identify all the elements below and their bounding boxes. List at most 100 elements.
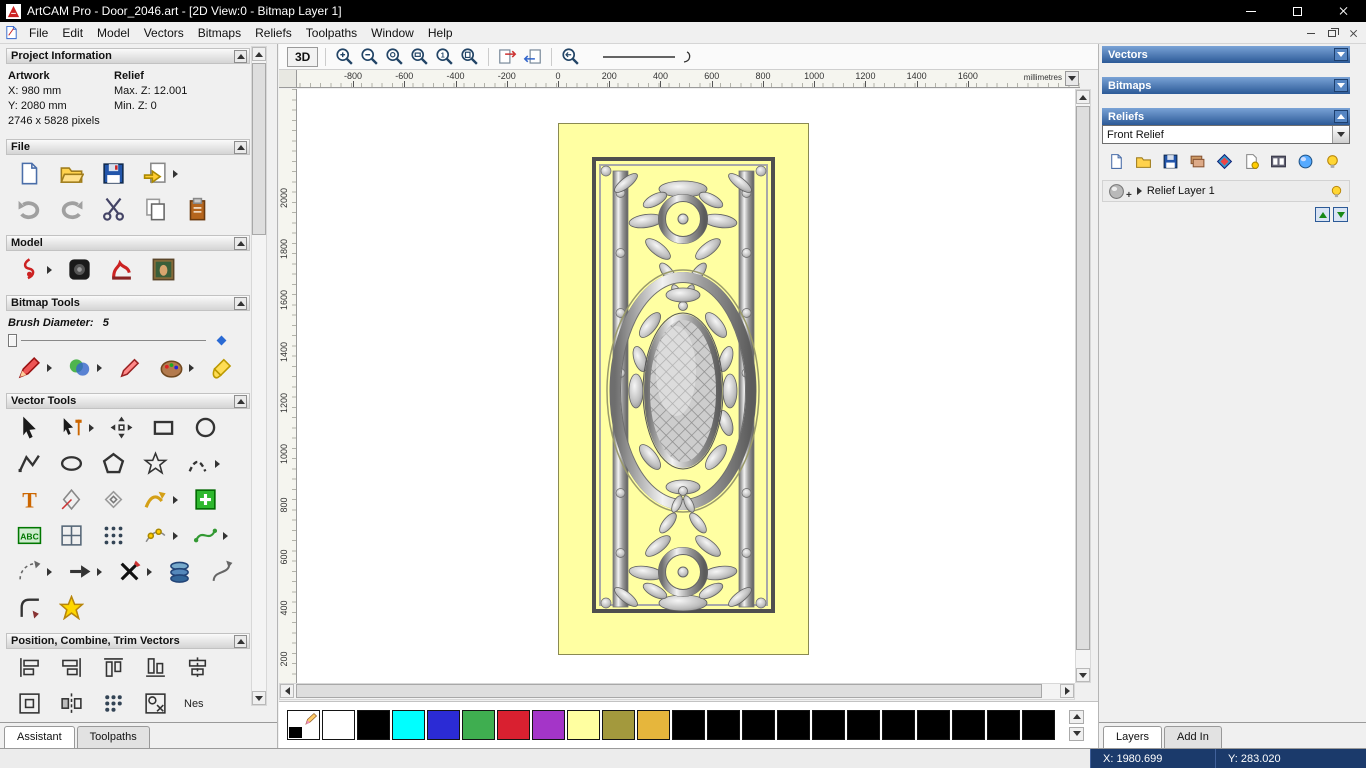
layer-expander-icon[interactable]: [1136, 187, 1142, 195]
collapse-section-button[interactable]: [234, 634, 247, 648]
paint-selective-icon[interactable]: [64, 353, 94, 383]
flyout-arrow-icon[interactable]: [47, 567, 52, 576]
flyout-arrow-icon[interactable]: [97, 363, 102, 372]
move-layer-up-button[interactable]: [1315, 207, 1330, 222]
save-model-icon[interactable]: [98, 159, 128, 189]
paint-icon[interactable]: [14, 353, 44, 383]
palette-swatch[interactable]: [847, 710, 880, 740]
reliefs-section-header[interactable]: Reliefs: [1102, 108, 1350, 125]
flyout-arrow-icon[interactable]: [97, 567, 102, 576]
flyout-arrow-icon[interactable]: [223, 531, 228, 540]
collapse-section-button[interactable]: [234, 296, 247, 310]
scroll-up-button[interactable]: [252, 47, 266, 61]
palette-swatch[interactable]: [672, 710, 705, 740]
menu-toolpaths[interactable]: Toolpaths: [299, 23, 364, 43]
scroll-down-button[interactable]: [252, 691, 266, 705]
mdi-restore-button[interactable]: [1324, 25, 1340, 41]
toggle-bitmap-icon[interactable]: [496, 45, 519, 68]
palette-swatch[interactable]: [357, 710, 390, 740]
canvas-vertical-scrollbar[interactable]: [1075, 89, 1091, 683]
palette-swatch[interactable]: [882, 710, 915, 740]
snip-vector-icon[interactable]: [140, 485, 170, 515]
open-relief-icon[interactable]: [1135, 153, 1153, 171]
maximize-button[interactable]: [1274, 0, 1320, 22]
tab-layers[interactable]: Layers: [1103, 726, 1163, 748]
combobox-dropdown-button[interactable]: [1332, 126, 1349, 143]
tab-add-in[interactable]: Add In: [1164, 726, 1222, 748]
palette-swatch[interactable]: [602, 710, 635, 740]
text-block-icon[interactable]: ABC: [14, 521, 44, 551]
zoom-1to1-icon[interactable]: 1: [433, 45, 456, 68]
slider-handle[interactable]: [8, 333, 17, 347]
extrude-icon[interactable]: [164, 557, 194, 587]
toggle-vector-icon[interactable]: [521, 45, 544, 68]
trim-vectors-icon[interactable]: [114, 557, 144, 587]
scroll-up-button[interactable]: [1076, 90, 1090, 104]
fillet-icon[interactable]: [14, 593, 44, 623]
document-icon[interactable]: [4, 25, 19, 40]
scroll-thumb[interactable]: [296, 684, 1042, 698]
zoom-object-icon[interactable]: [383, 45, 406, 68]
flyout-arrow-icon[interactable]: [47, 363, 52, 372]
palette-swatch[interactable]: [462, 710, 495, 740]
collapse-section-button[interactable]: [234, 140, 247, 154]
flyout-arrow-icon[interactable]: [173, 169, 178, 178]
import-model-icon[interactable]: [140, 159, 170, 189]
scroll-thumb[interactable]: [1076, 106, 1090, 650]
flyout-arrow-icon[interactable]: [173, 531, 178, 540]
move-layer-down-button[interactable]: [1333, 207, 1348, 222]
palette-swatch[interactable]: [497, 710, 530, 740]
assistant-scrollbar[interactable]: [251, 46, 267, 706]
collapse-section-button[interactable]: [234, 394, 247, 408]
palette-swatch[interactable]: [742, 710, 775, 740]
primary-secondary-colour-swatch[interactable]: [287, 710, 320, 740]
minimize-button[interactable]: [1228, 0, 1274, 22]
front-relief-icon[interactable]: [14, 255, 44, 285]
expand-vectors-button[interactable]: [1334, 48, 1348, 61]
palette-scroll-up-button[interactable]: [1069, 709, 1084, 724]
palette-scroll-down-button[interactable]: [1069, 726, 1084, 741]
palette-swatch[interactable]: [987, 710, 1020, 740]
palette-swatch[interactable]: [532, 710, 565, 740]
bulb-icon[interactable]: [1324, 153, 1342, 171]
align-bottom-icon[interactable]: [140, 653, 170, 683]
cut-icon[interactable]: [98, 195, 128, 225]
join-vectors-icon[interactable]: [64, 557, 94, 587]
canvas-horizontal-scrollbar[interactable]: [279, 683, 1075, 700]
bitmaps-section-header[interactable]: Bitmaps: [1102, 77, 1350, 94]
zoom-out-icon[interactable]: [358, 45, 381, 68]
menu-vectors[interactable]: Vectors: [137, 23, 191, 43]
wrap-star-icon[interactable]: [56, 593, 86, 623]
undo-icon[interactable]: [14, 195, 44, 225]
create-star-icon[interactable]: [140, 449, 170, 479]
transform-vectors-icon[interactable]: [106, 413, 136, 443]
centre-in-page-icon[interactable]: [14, 689, 44, 719]
flyout-arrow-icon[interactable]: [215, 459, 220, 468]
offset-vector-icon[interactable]: [98, 485, 128, 515]
notes-icon[interactable]: [182, 195, 212, 225]
menu-help[interactable]: Help: [421, 23, 460, 43]
scroll-right-button[interactable]: [1060, 684, 1074, 698]
new-model-icon[interactable]: [14, 159, 44, 189]
draw-icon[interactable]: [114, 353, 144, 383]
scroll-down-button[interactable]: [1076, 668, 1090, 682]
block-array-icon[interactable]: [98, 689, 128, 719]
relief-clipart-icon[interactable]: [106, 255, 136, 285]
switch-3d-view-button[interactable]: 3D: [287, 46, 319, 67]
vector-doctor-icon[interactable]: [206, 557, 236, 587]
palette-swatch[interactable]: [322, 710, 355, 740]
scroll-left-button[interactable]: [280, 684, 294, 698]
shape-editor-icon[interactable]: [1216, 153, 1234, 171]
node-editing-icon[interactable]: [56, 413, 86, 443]
menu-bitmaps[interactable]: Bitmaps: [191, 23, 248, 43]
flyout-arrow-icon[interactable]: [173, 495, 178, 504]
close-button[interactable]: [1320, 0, 1366, 22]
grid-frame-icon[interactable]: [56, 521, 86, 551]
align-right-icon[interactable]: [56, 653, 86, 683]
block-array-copy-icon[interactable]: [98, 521, 128, 551]
save-relief-icon[interactable]: [1162, 153, 1180, 171]
palette-swatch[interactable]: [777, 710, 810, 740]
zoom-page-icon[interactable]: [458, 45, 481, 68]
relief-selector-combobox[interactable]: Front Relief: [1102, 125, 1350, 144]
create-text-icon[interactable]: T: [14, 485, 44, 515]
